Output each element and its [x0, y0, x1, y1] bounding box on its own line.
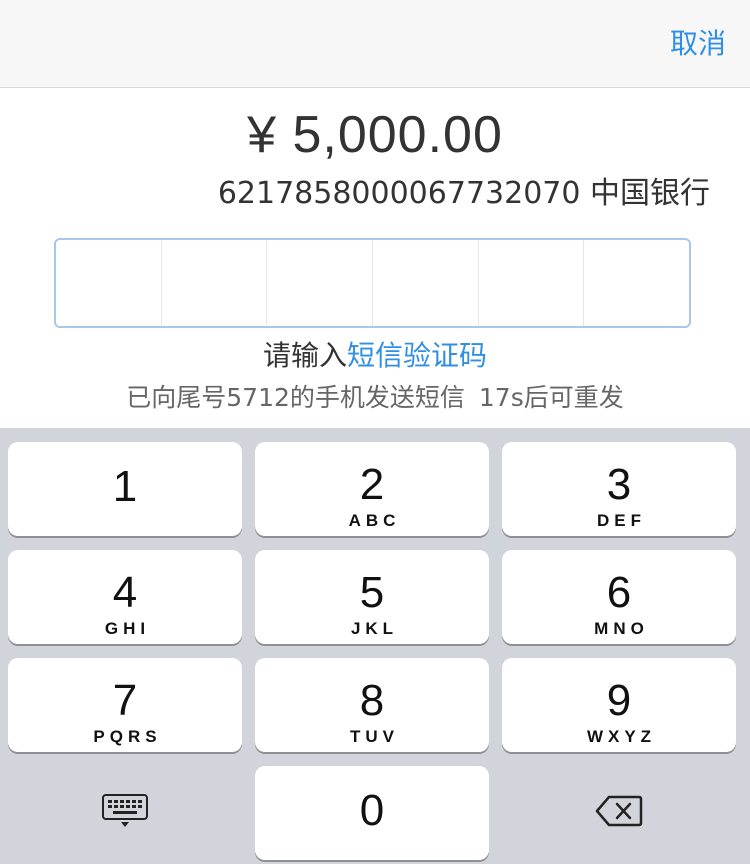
sms-sent-note: 已向尾号5712的手机发送短信 17s后可重发: [0, 380, 750, 416]
key-letters: JKL: [350, 619, 399, 638]
prompt-prefix: 请输入: [262, 339, 347, 372]
key-3[interactable]: 3 DEF: [502, 442, 736, 536]
key-digit: 5: [359, 568, 385, 617]
key-7[interactable]: 7 PQRS: [8, 658, 242, 752]
key-0[interactable]: 0: [255, 766, 489, 860]
key-digit: 2: [359, 460, 385, 509]
code-digit-cell[interactable]: [56, 240, 162, 326]
nav-bar: 取消: [0, 0, 750, 88]
key-6[interactable]: 6 MNO: [502, 550, 736, 644]
verification-code-input[interactable]: [54, 238, 691, 328]
code-digit-cell[interactable]: [584, 240, 689, 326]
key-4[interactable]: 4 GHI: [8, 550, 242, 644]
key-8[interactable]: 8 TUV: [255, 658, 489, 752]
key-letters: ABC: [348, 511, 401, 530]
key-5[interactable]: 5 JKL: [255, 550, 489, 644]
key-letters: MNO: [594, 619, 649, 638]
card-info: 6217858000067732070 中国银行: [217, 176, 710, 211]
payment-amount: ¥ 5,000.00: [247, 106, 503, 164]
key-digit: 8: [359, 676, 385, 725]
sms-note-text: 已向尾号5712的手机发送短信: [126, 383, 465, 412]
code-digit-cell[interactable]: [373, 240, 479, 326]
cancel-button[interactable]: 取消: [670, 24, 726, 64]
key-letters: WXYZ: [586, 727, 657, 746]
keyboard-hide-button[interactable]: [8, 766, 242, 860]
keyboard-hide-icon: [101, 793, 149, 833]
key-digit: 4: [112, 568, 138, 617]
key-letters: GHI: [104, 619, 151, 638]
backspace-button[interactable]: [502, 766, 736, 860]
code-digit-cell[interactable]: [162, 240, 268, 326]
key-digit: 3: [606, 460, 632, 509]
key-1[interactable]: 1: [8, 442, 242, 536]
code-digit-cell[interactable]: [479, 240, 585, 326]
backspace-icon: [595, 794, 643, 832]
key-digit: 6: [606, 568, 632, 617]
key-2[interactable]: 2 ABC: [255, 442, 489, 536]
key-digit: 9: [606, 676, 632, 725]
key-digit: 1: [112, 462, 138, 511]
resend-countdown: 17s后可重发: [478, 383, 624, 412]
key-9[interactable]: 9 WXYZ: [502, 658, 736, 752]
verification-prompt: 请输入短信验证码: [0, 336, 750, 376]
prompt-highlight: 短信验证码: [347, 339, 488, 372]
key-digit: 7: [112, 676, 138, 725]
key-digit: 0: [359, 786, 385, 835]
key-letters: PQRS: [93, 727, 162, 746]
numeric-keypad: 1 2 ABC 3 DEF 4 GHI 5 JKL 6 MNO 7 PQRS 8…: [0, 428, 750, 864]
key-letters: DEF: [597, 511, 646, 530]
key-letters: TUV: [350, 727, 399, 746]
code-digit-cell[interactable]: [267, 240, 374, 326]
